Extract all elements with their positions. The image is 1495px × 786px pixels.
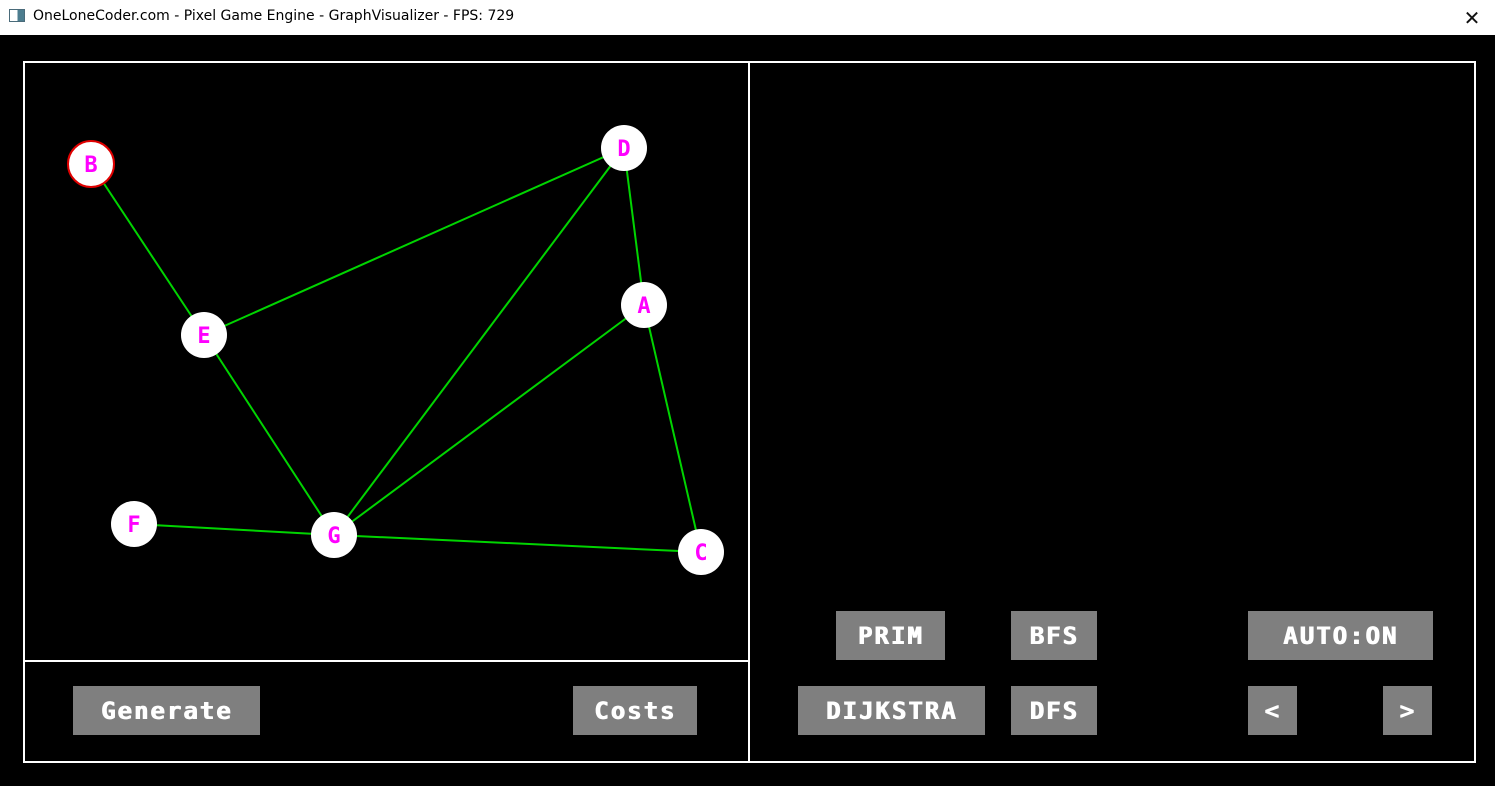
- bfs-button[interactable]: BFS: [1011, 611, 1097, 660]
- graph-edge-f-g: [133, 523, 335, 536]
- graph-edge-g-c: [333, 534, 702, 553]
- graph-node-b[interactable]: B: [67, 140, 115, 188]
- dijkstra-button[interactable]: DIJKSTRA: [798, 686, 985, 735]
- node-label: E: [197, 324, 210, 349]
- costs-button[interactable]: Costs: [573, 686, 697, 735]
- graph-node-e[interactable]: E: [181, 312, 227, 358]
- graph-node-g[interactable]: G: [311, 512, 357, 558]
- graph-node-f[interactable]: F: [111, 501, 157, 547]
- node-label: G: [327, 524, 340, 549]
- dfs-button[interactable]: DFS: [1011, 686, 1097, 735]
- node-label: A: [637, 294, 650, 319]
- node-label: C: [694, 541, 707, 566]
- graph-node-d[interactable]: D: [601, 125, 647, 171]
- graph-edge-b-e: [90, 163, 205, 336]
- graph-node-a[interactable]: A: [621, 282, 667, 328]
- graph-edge-a-c: [643, 304, 702, 553]
- graph-edge-e-d: [203, 147, 625, 336]
- node-label: F: [127, 513, 140, 538]
- graph-edge-d-a: [623, 147, 645, 306]
- node-label: D: [617, 137, 630, 162]
- auto-toggle-button[interactable]: AUTO:ON: [1248, 611, 1433, 660]
- node-label: B: [84, 153, 97, 178]
- graph-edge-e-g: [203, 334, 335, 536]
- graph-edge-a-g: [333, 304, 645, 536]
- generate-button[interactable]: Generate: [73, 686, 260, 735]
- next-step-button[interactable]: >: [1383, 686, 1432, 735]
- graph-view: B D A E F G C: [67, 125, 724, 575]
- graph-edge-d-g: [333, 147, 625, 536]
- graph-node-c[interactable]: C: [678, 529, 724, 575]
- prev-step-button[interactable]: <: [1248, 686, 1297, 735]
- prim-button[interactable]: PRIM: [836, 611, 945, 660]
